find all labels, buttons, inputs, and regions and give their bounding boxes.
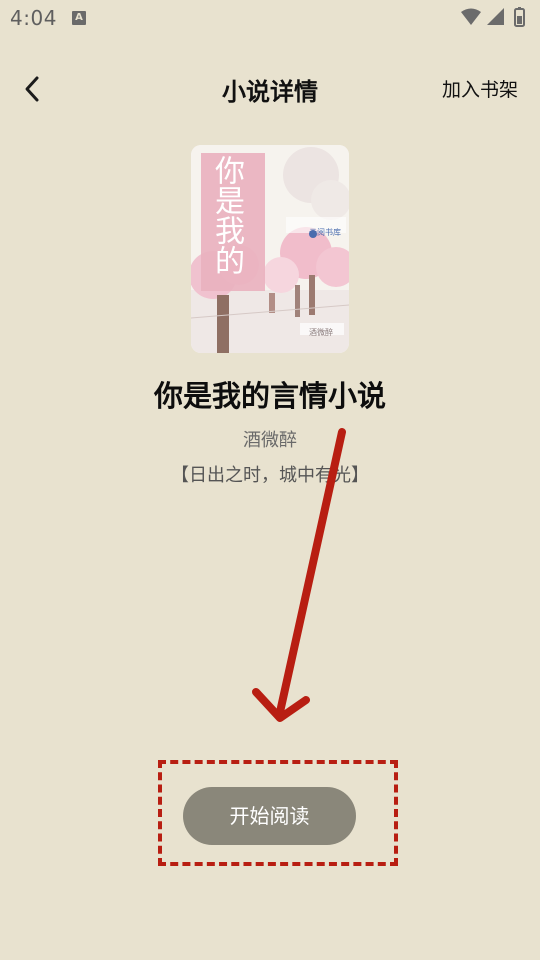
cover-author: 酒微醉 <box>309 328 333 337</box>
status-icons <box>460 7 530 27</box>
add-to-shelf-button[interactable]: 加入书架 <box>442 75 518 102</box>
book-author[interactable]: 酒微醉 <box>0 426 540 452</box>
status-time: 4:04 <box>10 6 57 30</box>
book-cover[interactable]: 你是我的 云阅书库 酒微醉 <box>191 145 349 353</box>
status-bar: 4:04 A <box>0 0 540 36</box>
notification-icon: A <box>72 11 86 25</box>
wifi-icon <box>461 8 481 25</box>
app-bar: 小说详情 加入书架 <box>0 60 540 116</box>
start-reading-button[interactable]: 开始阅读 <box>183 787 356 845</box>
cover-title-text: 你是我的 <box>209 155 244 275</box>
book-title: 你是我的言情小说 <box>153 379 386 413</box>
cover-publisher: 云阅书库 <box>309 228 341 237</box>
book-tagline: 【日出之时，城中有光】 <box>171 465 369 486</box>
signal-icon <box>487 8 504 25</box>
